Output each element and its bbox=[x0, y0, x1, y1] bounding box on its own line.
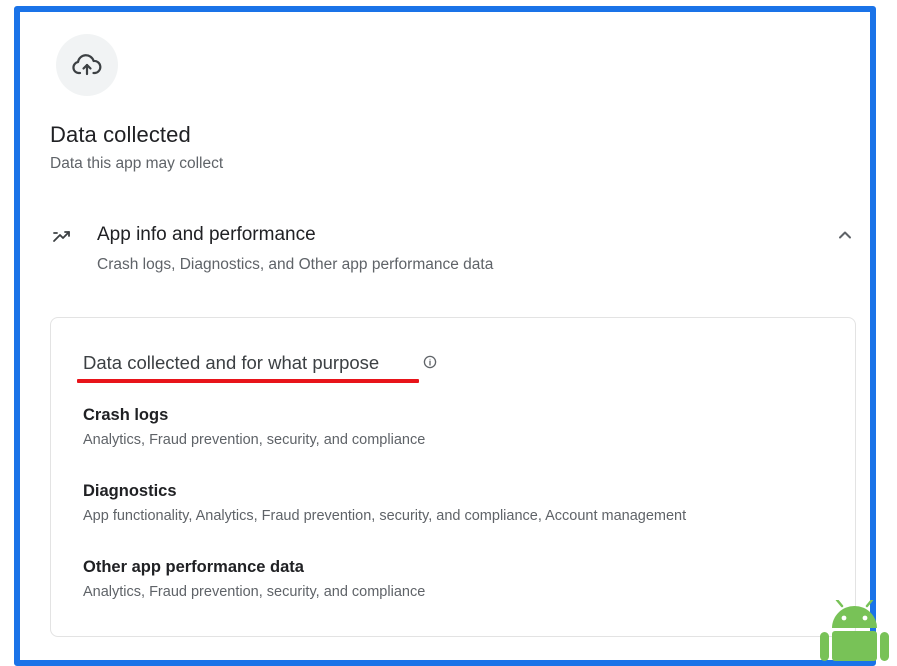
data-safety-panel: Data collected Data this app may collect… bbox=[14, 6, 876, 666]
section-subtitle: Crash logs, Diagnostics, and Other app p… bbox=[97, 256, 494, 273]
page-title: Data collected bbox=[50, 122, 191, 147]
list-item: Crash logs Analytics, Fraud prevention, … bbox=[83, 406, 425, 448]
item-title: Crash logs bbox=[83, 406, 169, 424]
trending-icon bbox=[53, 231, 70, 242]
item-purposes: Analytics, Fraud prevention, security, a… bbox=[83, 584, 426, 600]
android-logo-icon bbox=[820, 600, 889, 661]
cloud-upload-icon bbox=[56, 34, 118, 96]
card-heading: Data collected and for what purpose bbox=[83, 352, 380, 373]
info-icon[interactable] bbox=[423, 355, 437, 369]
list-item: Other app performance data Analytics, Fr… bbox=[83, 558, 425, 600]
item-purposes: App functionality, Analytics, Fraud prev… bbox=[83, 508, 687, 524]
chevron-up-icon[interactable] bbox=[836, 226, 854, 244]
highlight-underline bbox=[77, 379, 419, 383]
item-title: Diagnostics bbox=[83, 482, 177, 500]
item-purposes: Analytics, Fraud prevention, security, a… bbox=[83, 432, 426, 448]
item-title: Other app performance data bbox=[83, 558, 304, 576]
list-item: Diagnostics App functionality, Analytics… bbox=[83, 482, 686, 524]
data-purpose-card: Data collected and for what purpose Cras… bbox=[50, 317, 856, 637]
page-subtitle: Data this app may collect bbox=[50, 155, 224, 172]
section-title: App info and performance bbox=[97, 224, 316, 245]
section-app-info-performance[interactable]: App info and performance Crash logs, Dia… bbox=[50, 222, 860, 282]
